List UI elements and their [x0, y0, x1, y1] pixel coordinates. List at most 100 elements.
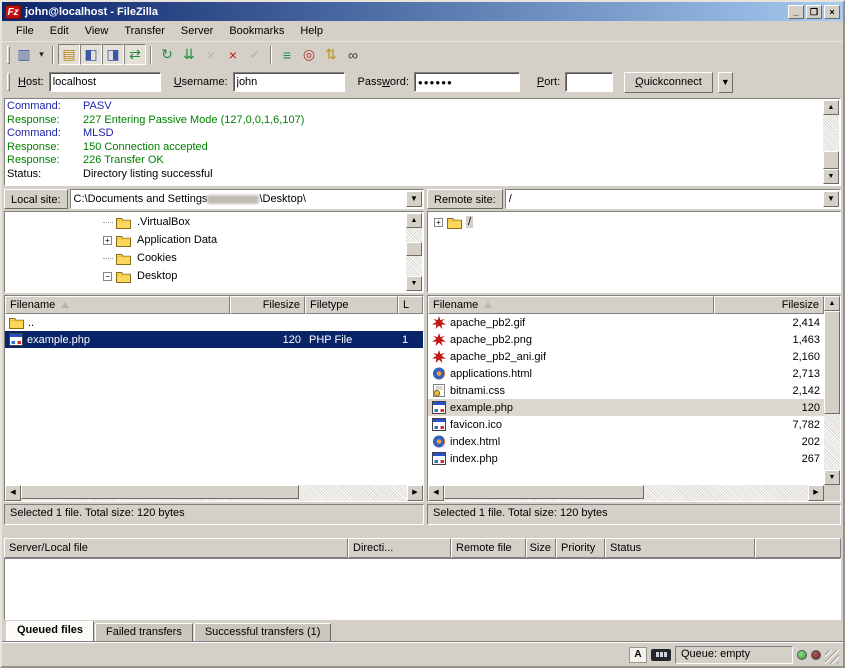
scroll-down-icon[interactable]: ▼: [824, 470, 840, 485]
toggle-transfer-queue-button[interactable]: ⇄: [124, 44, 146, 65]
menu-item-view[interactable]: View: [77, 23, 117, 39]
menu-item-server[interactable]: Server: [173, 23, 221, 39]
file-row-bitnami-css[interactable]: bitnami.css2,142: [428, 382, 824, 399]
scroll-left-icon[interactable]: ◀: [5, 485, 21, 501]
toggle-remote-tree-button[interactable]: ◨: [102, 44, 124, 65]
synchronized-browsing-button[interactable]: ⇅: [320, 44, 342, 65]
port-input[interactable]: [565, 72, 613, 92]
column-header-l[interactable]: L: [398, 296, 423, 314]
scroll-down-icon[interactable]: ▼: [406, 276, 422, 291]
refresh-button[interactable]: ↻: [156, 44, 178, 65]
scroll-left-icon[interactable]: ◀: [428, 485, 444, 501]
firefox-icon: [432, 435, 446, 448]
column-header-filetype[interactable]: Filetype: [305, 296, 398, 314]
scroll-thumb[interactable]: [444, 485, 644, 499]
tab-failed-transfers[interactable]: Failed transfers: [95, 623, 193, 642]
file-row-favicon-ico[interactable]: favicon.ico7,782: [428, 416, 824, 433]
cancel-operation-icon: ×: [207, 47, 215, 63]
scroll-up-icon[interactable]: ▲: [406, 213, 422, 228]
image-icon: [432, 316, 446, 329]
resize-grip[interactable]: [825, 650, 839, 664]
file-row-apache-pb2-png[interactable]: apache_pb2.png1,463: [428, 331, 824, 348]
menu-item-transfer[interactable]: Transfer: [116, 23, 173, 39]
process-queue-button[interactable]: ⇊: [178, 44, 200, 65]
column-header-filesize[interactable]: Filesize: [714, 296, 824, 314]
column-header-priority[interactable]: Priority: [556, 538, 605, 558]
remote-horizontal-scrollbar[interactable]: ◀ ▶: [428, 485, 824, 501]
column-header-filename[interactable]: Filename: [428, 296, 714, 314]
column-header-size[interactable]: Size: [526, 538, 556, 558]
file-row-applications-html[interactable]: applications.html2,713: [428, 365, 824, 382]
toggle-local-tree-button[interactable]: ◧: [80, 44, 102, 65]
column-header-status[interactable]: Status: [605, 538, 755, 558]
file-row-apache-pb2-gif[interactable]: apache_pb2.gif2,414: [428, 314, 824, 331]
menu-item-edit[interactable]: Edit: [42, 23, 77, 39]
column-header-filename[interactable]: Filename: [5, 296, 230, 314]
column-header-remote-file[interactable]: Remote file: [451, 538, 526, 558]
column-header-filesize[interactable]: Filesize: [230, 296, 305, 314]
menu-item-file[interactable]: File: [8, 23, 42, 39]
local-horizontal-scrollbar[interactable]: ◀ ▶: [5, 485, 423, 501]
expand-icon[interactable]: +: [103, 236, 112, 245]
close-button[interactable]: ×: [824, 5, 840, 19]
scroll-thumb[interactable]: [824, 311, 840, 414]
column-header-directi---[interactable]: Directi...: [348, 538, 451, 558]
quickconnect-button[interactable]: Quickconnect: [624, 72, 713, 93]
column-header-server-local-file[interactable]: Server/Local file: [4, 538, 348, 558]
remote-site-combo[interactable]: / ▼: [505, 189, 841, 209]
tree-item-desktop[interactable]: −Desktop: [7, 267, 405, 285]
site-manager-dropdown-button[interactable]: ▾: [35, 44, 48, 65]
combo-dropdown-icon[interactable]: ▼: [823, 191, 839, 207]
indicator-badge-icon[interactable]: [651, 649, 671, 661]
message-log-scrollbar[interactable]: ▲ ▼: [823, 100, 839, 184]
password-input[interactable]: [414, 72, 520, 92]
menu-item-bookmarks[interactable]: Bookmarks: [221, 23, 292, 39]
column-header-[interactable]: [755, 538, 841, 558]
expand-icon[interactable]: +: [434, 218, 443, 227]
minimize-button[interactable]: _: [788, 5, 804, 19]
title-bar[interactable]: Fz john@localhost - FileZilla _ ❐ ×: [2, 2, 843, 21]
file-row-index-php[interactable]: index.php267: [428, 450, 824, 467]
directory-comparison-button[interactable]: ◎: [298, 44, 320, 65]
tree-item-application-data[interactable]: +Application Data: [7, 231, 405, 249]
scroll-thumb[interactable]: [21, 485, 299, 499]
scroll-thumb[interactable]: [823, 151, 839, 169]
filter-button[interactable]: ≡: [276, 44, 298, 65]
find-files-button[interactable]: ∞: [342, 44, 364, 65]
file-row-example-php[interactable]: example.php120PHP File1: [5, 331, 423, 348]
maximize-button[interactable]: ❐: [806, 5, 822, 19]
log-line: Response:226 Transfer OK: [7, 154, 822, 168]
scroll-up-icon[interactable]: ▲: [823, 100, 839, 115]
combo-dropdown-icon[interactable]: ▼: [406, 191, 422, 207]
scroll-up-icon[interactable]: ▲: [824, 296, 840, 311]
status-bar: A Queue: empty: [2, 642, 843, 666]
php-icon: [432, 452, 446, 465]
menu-item-help[interactable]: Help: [292, 23, 331, 39]
ascii-mode-icon[interactable]: A: [629, 647, 647, 663]
username-input[interactable]: [233, 72, 345, 92]
site-manager-button[interactable]: ▥: [13, 44, 35, 65]
disconnect-button[interactable]: ×: [222, 44, 244, 65]
host-input[interactable]: [49, 72, 161, 92]
file-row-example-php[interactable]: example.php120: [428, 399, 824, 416]
collapse-icon[interactable]: −: [103, 272, 112, 281]
tab-successful-transfers--1-[interactable]: Successful transfers (1): [194, 623, 332, 642]
file-name: index.html: [450, 436, 500, 448]
scroll-right-icon[interactable]: ▶: [407, 485, 423, 501]
tab-queued-files[interactable]: Queued files: [6, 621, 94, 642]
scroll-down-icon[interactable]: ▼: [823, 169, 839, 184]
local-site-combo[interactable]: C:\Documents and Settings\Desktop\ ▼: [70, 189, 424, 209]
file-row---[interactable]: ..: [5, 314, 423, 331]
scroll-thumb[interactable]: [406, 242, 422, 256]
file-row-apache-pb2-ani-gif[interactable]: apache_pb2_ani.gif2,160: [428, 348, 824, 365]
local-tree-scrollbar[interactable]: ▲ ▼: [406, 213, 422, 291]
remote-vertical-scrollbar[interactable]: ▲ ▼: [824, 296, 840, 501]
tree-item--[interactable]: +/: [430, 213, 838, 231]
menu-bar: FileEditViewTransferServerBookmarksHelp: [2, 21, 843, 42]
tree-item--virtualbox[interactable]: .VirtualBox: [7, 213, 405, 231]
tree-item-cookies[interactable]: Cookies: [7, 249, 405, 267]
quickconnect-dropdown-icon[interactable]: ▼: [718, 72, 733, 93]
file-row-index-html[interactable]: index.html202: [428, 433, 824, 450]
scroll-right-icon[interactable]: ▶: [808, 485, 824, 501]
toggle-message-log-button[interactable]: ▤: [58, 44, 80, 65]
